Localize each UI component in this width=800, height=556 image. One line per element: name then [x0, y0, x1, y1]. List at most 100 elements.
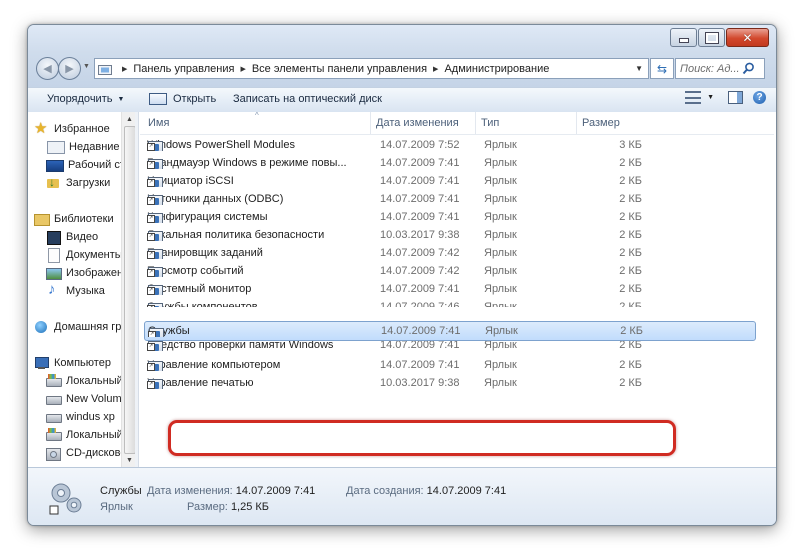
file-type-cell: Ярлык: [484, 301, 517, 307]
details-created-label: Дата создания:: [346, 485, 424, 497]
forward-button[interactable]: ▶: [58, 57, 81, 80]
recent-pages-dropdown[interactable]: ▼: [83, 63, 90, 70]
downloads-icon: [46, 175, 62, 189]
table-row[interactable]: ↗ Планировщик заданий 14.07.2009 7:42 Ярлык…: [140, 245, 760, 263]
address-dropdown-icon[interactable]: ▼: [635, 64, 643, 73]
breadcrumb-administration[interactable]: Администрирование: [444, 63, 549, 75]
table-row[interactable]: ↗ Управление компьютером 14.07.2009 7:41 Яр…: [140, 357, 760, 375]
column-type-label: Тип: [481, 117, 500, 129]
column-size-label: Размер: [582, 117, 620, 129]
minimize-icon: [678, 38, 689, 43]
file-name-text: Управление компьютером: [147, 359, 281, 371]
table-row[interactable]: ↗ Средство проверки памяти Windows 14.07.2…: [140, 341, 760, 357]
shortcut-icon: ↗: [147, 231, 163, 241]
table-row[interactable]: ↗ Управление печатью 10.03.2017 9:38 Ярлык 2…: [140, 375, 760, 393]
breadcrumb-separator[interactable]: ▶: [240, 65, 245, 73]
nav-libraries-label: Библиотеки: [54, 213, 114, 225]
maximize-button[interactable]: [698, 28, 725, 47]
music-icon: [46, 283, 62, 298]
recent-places-icon: [47, 140, 65, 154]
table-row[interactable]: ↗ Локальная политика безопасности 10.03.20…: [140, 227, 760, 245]
forward-icon: ▶: [65, 63, 74, 75]
breadcrumb-control-panel[interactable]: Панель управления: [133, 63, 234, 75]
file-type-cell: Ярлык: [484, 377, 517, 389]
column-date-label: Дата изменения: [376, 117, 459, 129]
shortcut-icon: ↗: [148, 328, 164, 337]
shortcut-icon: ↗: [147, 177, 163, 187]
minimize-button[interactable]: [670, 28, 697, 47]
organize-button[interactable]: Упорядочить ▼: [47, 93, 124, 105]
column-header-name[interactable]: Имя ^: [140, 111, 371, 134]
help-icon[interactable]: ?: [753, 91, 766, 104]
shortcut-icon: ↗: [147, 267, 163, 277]
shortcut-icon: ↗: [147, 141, 163, 151]
nav-scrollbar[interactable]: ▲ ▼: [121, 112, 135, 467]
pane-splitter[interactable]: [135, 112, 139, 467]
search-input[interactable]: [680, 62, 742, 75]
file-type-cell: Ярлык: [484, 193, 517, 205]
table-row[interactable]: ↗ Инициатор iSCSI 14.07.2009 7:41 Ярлык 2 КБ: [140, 173, 760, 191]
breadcrumb-separator[interactable]: ▶: [122, 65, 127, 73]
windows-disk-icon: [46, 428, 62, 442]
file-date-cell: 14.07.2009 7:41: [381, 325, 461, 337]
table-row[interactable]: ↗ Windows PowerShell Modules 14.07.2009 7:…: [140, 137, 760, 155]
details-size: Размер: 1,25 КБ: [187, 501, 269, 513]
file-size-cell: 2 КБ: [619, 301, 642, 307]
file-name-cell: ↗Службы компонентов: [147, 301, 367, 307]
table-row[interactable]: ↗ Брандмауэр Windows в режиме повы... 14.0…: [140, 155, 760, 173]
breadcrumb-separator[interactable]: ▶: [433, 65, 438, 73]
close-button[interactable]: ✕: [726, 28, 769, 47]
nav-favorites[interactable]: Избранное: [34, 121, 135, 137]
disk-icon: [46, 392, 62, 406]
navigation-pane: Избранное Недавние места Рабочий стол За…: [28, 112, 135, 467]
search-icon[interactable]: [742, 62, 755, 75]
file-date-cell: 14.07.2009 7:52: [380, 139, 460, 151]
desktop-icon: [46, 159, 64, 172]
file-date-cell: 14.07.2009 7:42: [380, 265, 460, 277]
scroll-down-icon[interactable]: ▼: [122, 453, 135, 467]
search-box[interactable]: [675, 58, 765, 79]
window-controls: ✕: [669, 28, 769, 47]
table-row[interactable]: ↗ Просмотр событий 14.07.2009 7:42 Ярлык 2 К…: [140, 263, 760, 281]
address-bar[interactable]: ▶ Панель управления ▶ Все элементы панел…: [94, 58, 649, 79]
open-button[interactable]: Открыть: [149, 93, 216, 105]
details-created: Дата создания: 14.07.2009 7:41: [346, 485, 506, 497]
column-header-date[interactable]: Дата изменения: [371, 112, 476, 134]
file-type-cell: Ярлык: [484, 157, 517, 169]
table-row[interactable]: ↗ Источники данных (ODBC) 14.07.2009 7:41 Я…: [140, 191, 760, 209]
table-row-selected[interactable]: ↗ Службы 14.07.2009 7:41 Ярлык 2 КБ: [144, 321, 756, 341]
nav-item-label: windus xp: [66, 411, 115, 423]
file-date-cell: 14.07.2009 7:41: [380, 341, 460, 351]
nav-item-label: Видео: [66, 231, 99, 243]
disk-icon: [46, 410, 62, 424]
burn-button[interactable]: Записать на оптический диск: [233, 93, 382, 105]
file-size-cell: 2 КБ: [619, 341, 642, 351]
scroll-thumb[interactable]: [124, 126, 135, 454]
column-header-type[interactable]: Тип: [476, 112, 577, 134]
table-row[interactable]: ↗Службы компонентов 14.07.2009 7:46 Ярлык 2…: [140, 299, 760, 307]
content-area: Избранное Недавние места Рабочий стол За…: [28, 111, 776, 467]
preview-pane-icon[interactable]: [728, 91, 743, 104]
column-header-size[interactable]: Размер: [577, 112, 651, 134]
nav-homegroup[interactable]: Домашняя группа: [34, 319, 135, 335]
file-size-cell: 2 КБ: [619, 247, 642, 259]
refresh-button[interactable]: ⇆: [650, 58, 674, 79]
title-bar: ✕ ◀ ▶ ▼ ▶ Панель управления ▶ Все элемен…: [28, 25, 776, 87]
shortcut-icon: ↗: [147, 195, 163, 205]
file-type-cell: Ярлык: [485, 325, 518, 337]
shortcut-icon: ↗: [147, 213, 163, 223]
file-date-cell: 14.07.2009 7:41: [380, 157, 460, 169]
file-name-cell: ↗ Источники данных (ODBC): [147, 193, 367, 205]
view-dropdown-icon[interactable]: ▼: [707, 94, 714, 101]
table-row[interactable]: ↗ Конфигурация системы 14.07.2009 7:41 Ярлы…: [140, 209, 760, 227]
scroll-up-icon[interactable]: ▲: [122, 112, 135, 126]
file-name-cell: ↗ Службы: [148, 325, 368, 337]
breadcrumb-all-items[interactable]: Все элементы панели управления: [252, 63, 427, 75]
shortcut-icon: ↗: [147, 361, 163, 371]
table-row[interactable]: ↗ Системный монитор 14.07.2009 7:41 Ярлык 2 …: [140, 281, 760, 299]
back-button[interactable]: ◀: [36, 57, 59, 80]
nav-libraries[interactable]: Библиотеки: [34, 211, 135, 227]
view-icon[interactable]: [685, 91, 702, 104]
file-name-cell: ↗ Системный монитор: [147, 283, 367, 295]
nav-computer[interactable]: Компьютер: [34, 355, 135, 371]
